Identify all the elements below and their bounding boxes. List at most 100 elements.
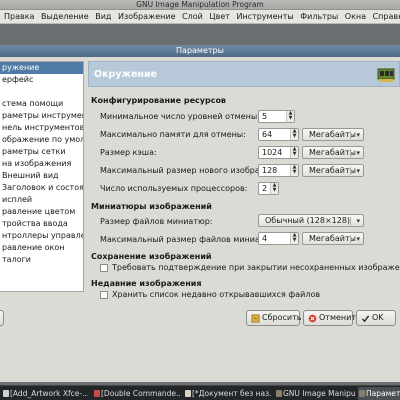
dialog-title: Параметры [0,45,400,57]
max-image-spin[interactable]: 128 ▲ ▼ [258,164,299,177]
help-button[interactable] [0,310,4,326]
ok-button[interactable]: OK [356,310,396,326]
keep-recent-checkbox[interactable] [100,291,108,299]
menu-filters[interactable]: Фильтры [298,10,340,23]
chevron-down-icon: ▾ [356,217,360,225]
taskbar-item-label: [Add_Artwork Xfce-... [10,389,88,398]
threads-value: 2 [262,184,268,193]
taskbar-item-double-commander[interactable]: [Double Commande... [93,387,180,400]
sidebar-item-window-management[interactable]: равление окон [0,242,83,254]
cache-label: Размер кэша: [100,148,157,157]
threads-spin[interactable]: 2 ▲ ▼ [258,182,279,195]
taskbar-item-preferences[interactable]: Параметры [358,387,400,400]
cancel-button[interactable]: Отменить [303,310,361,326]
keep-recent-label: Хранить список недавно открывавшихся фай… [112,290,321,299]
taskbar-item-document[interactable]: [*Документ без наз... [184,387,271,400]
menu-layer[interactable]: Слой [180,10,205,23]
undo-memory-label: Максимально памяти для отмены: [100,130,246,139]
sidebar-item-environment[interactable]: ружение [0,62,83,74]
reset-label: Сбросить [262,313,302,322]
taskbar-item-artwork[interactable]: [Add_Artwork Xfce-... [2,387,88,400]
chevron-down-icon: ▾ [356,131,360,139]
menu-view[interactable]: Вид [93,10,113,23]
spin-arrows-icon[interactable]: ▲ ▼ [290,147,298,158]
sidebar-item-input-devices[interactable]: тройства ввода [0,218,83,230]
sidebar-item-tool-options[interactable]: раметры инструментов [0,110,83,122]
sidebar-item-folders[interactable]: талоги [0,254,83,266]
cache-unit-combo[interactable]: Мегабайты ▾ [302,146,364,159]
undo-levels-spin[interactable]: 5 ▲ ▼ [258,110,295,123]
memory-chip-icon [377,68,395,82]
undo-memory-value: 64 [262,130,273,139]
menu-image[interactable]: Изображение [116,10,178,23]
taskbar-item-label: GNU Image Manipu... [283,389,355,398]
thumb-size-label: Размер файлов миниатюр: [100,217,213,226]
taskbar-item-gimp[interactable]: GNU Image Manipu... [275,387,355,400]
undo-memory-spin[interactable]: 64 ▲ ▼ [258,128,299,141]
thumb-size-combo[interactable]: Обычный (128×128) ▾ [258,214,364,227]
spin-arrows-icon[interactable]: ▲ ▼ [290,165,298,176]
undo-memory-unit: Мегабайты [309,130,356,139]
menu-tools[interactable]: Инструменты [234,10,295,23]
cache-unit: Мегабайты [309,148,356,157]
undo-memory-unit-combo[interactable]: Мегабайты ▾ [302,128,364,141]
sidebar-item-toolbox[interactable]: нель инструментов [0,122,83,134]
taskbar-item-label: [*Документ без наз... [192,389,271,398]
sidebar-item-help-system[interactable]: стема помощи [0,98,83,110]
main-window-title: GNU Image Manipulation Program [0,0,400,10]
thumb-max-size-unit: Мегабайты [309,234,356,243]
thumb-max-size-value: 4 [262,234,268,243]
menubar: Правка Выделение Вид Изображение Слой Цв… [0,10,400,24]
panel-header: Окружение [88,61,400,87]
spin-arrows-icon[interactable]: ▲ ▼ [270,183,278,194]
cancel-icon [308,314,317,323]
sidebar-item-image-windows[interactable]: на изображения [0,158,83,170]
preferences-panel: Окружение Конфигурирование ресурсов Мини… [88,61,400,299]
section-recent: Недавние изображения [91,279,202,288]
confirm-close-checkbox[interactable] [100,264,108,272]
gimp-icon [359,390,365,397]
max-image-unit-combo[interactable]: Мегабайты ▾ [302,164,364,177]
spin-arrows-icon[interactable]: ▲ ▼ [290,233,298,244]
taskbar-item-label: [Double Commande... [101,389,180,398]
ok-label: OK [372,313,384,322]
sidebar-item-display[interactable]: исплей [0,194,83,206]
thumb-max-size-label: Максимальный размер файлов миниатюр: [100,235,280,244]
sidebar-item-interface[interactable]: ерфейс [0,74,83,86]
undo-levels-label: Минимальное число уровней отмены: [100,112,260,121]
sidebar-item-default-image[interactable]: ображение по умолчанию [0,134,83,146]
sidebar-item-theme[interactable] [0,86,83,98]
taskbar-item-label: Параметры [366,389,400,398]
max-image-unit: Мегабайты [309,166,356,175]
undo-levels-value: 5 [262,112,268,121]
sidebar-item-appearance[interactable]: Внешний вид [0,170,83,182]
menu-edit[interactable]: Правка [2,10,36,23]
threads-label: Число используемых процессоров: [100,184,248,193]
preferences-sidebar: ружение ерфейс стема помощи раметры инст… [0,61,84,292]
cache-spin[interactable]: 1024 ▲ ▼ [258,146,299,159]
cache-value: 1024 [262,148,283,157]
menu-windows[interactable]: Окна [343,10,368,23]
taskbar: [Add_Artwork Xfce-... [Double Commande..… [0,385,400,400]
thumb-max-size-unit-combo[interactable]: Мегабайты ▾ [302,232,364,245]
chevron-down-icon: ▾ [356,167,360,175]
preferences-dialog: ружение ерфейс стема помощи раметры инст… [0,57,400,382]
panel-title: Окружение [94,69,158,80]
reset-button[interactable]: Сбросить [246,310,302,326]
thumb-max-size-spin[interactable]: 4 ▲ ▼ [258,232,299,245]
window-icon [3,390,9,397]
window-icon [94,390,100,397]
spin-arrows-icon[interactable]: ▲ ▼ [290,129,298,140]
menu-colors[interactable]: Цвет [207,10,232,23]
section-resources: Конфигурирование ресурсов [91,96,226,105]
confirm-close-label: Требовать подтверждение при закрытии нес… [112,263,400,272]
sidebar-item-title-status[interactable]: Заголовок и состояние [0,182,83,194]
spin-arrows-icon[interactable]: ▲ ▼ [286,111,294,122]
max-image-value: 128 [262,166,278,175]
menu-select[interactable]: Выделение [39,10,91,23]
section-thumbnails: Миниатюры изображений [91,202,212,211]
menu-help[interactable]: Справка [371,10,400,23]
sidebar-item-grid[interactable]: раметры сетки [0,146,83,158]
sidebar-item-color-management[interactable]: равление цветом [0,206,83,218]
sidebar-item-input-controllers[interactable]: нтроллеры управления [0,230,83,242]
